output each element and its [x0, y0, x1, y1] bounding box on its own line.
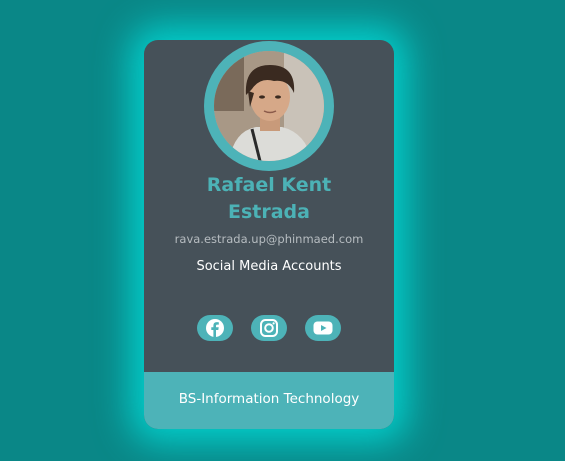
card-footer: BS-Information Technology [144, 372, 394, 429]
course-label: BS-Information Technology [178, 391, 360, 407]
facebook-icon [206, 319, 224, 337]
youtube-icon [313, 321, 333, 335]
instagram-button[interactable] [251, 315, 287, 341]
avatar-ring [204, 41, 334, 171]
page-background: Rafael Kent Estrada rava.estrada.up@phin… [0, 0, 565, 461]
instagram-icon [260, 319, 278, 337]
avatar-photo [214, 51, 324, 161]
avatar [214, 51, 324, 161]
profile-card: Rafael Kent Estrada rava.estrada.up@phin… [144, 40, 394, 429]
profile-email: rava.estrada.up@phinmaed.com [174, 232, 364, 246]
profile-name-line1: Rafael Kent [206, 174, 332, 196]
card-body: Rafael Kent Estrada rava.estrada.up@phin… [144, 40, 394, 372]
facebook-button[interactable] [197, 315, 233, 341]
profile-name-line2: Estrada [228, 201, 310, 223]
youtube-button[interactable] [305, 315, 341, 341]
social-media-heading: Social Media Accounts [196, 259, 342, 274]
profile-name: Rafael Kent Estrada [144, 172, 394, 226]
social-links [144, 315, 394, 341]
